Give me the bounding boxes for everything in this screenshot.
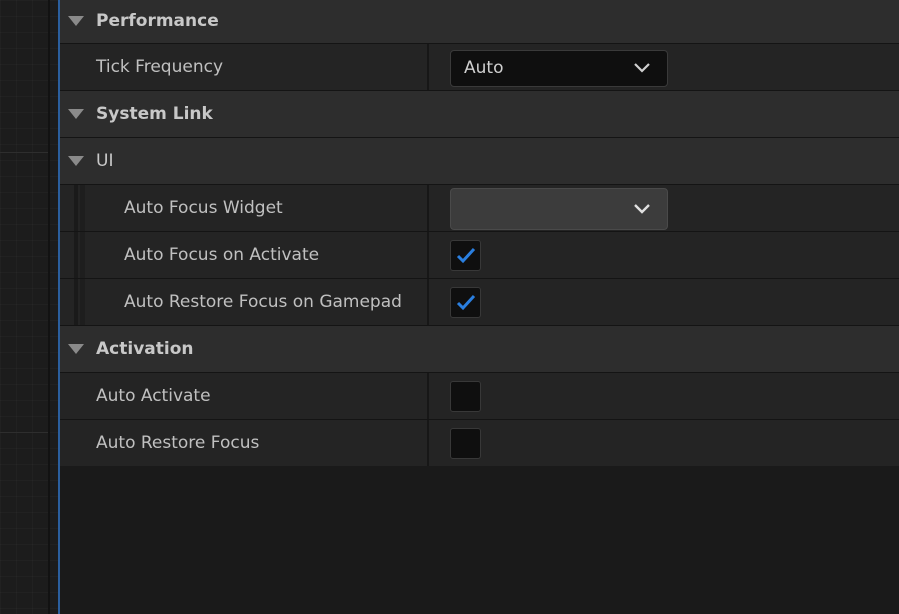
column-splitter[interactable] (427, 232, 429, 278)
triangle-down-icon[interactable] (68, 109, 84, 119)
auto-restore-focus-on-gamepad-checkbox[interactable] (450, 287, 481, 318)
side-splitter[interactable] (48, 0, 50, 614)
dropdown-value: Auto (464, 58, 504, 78)
triangle-down-icon[interactable] (68, 16, 84, 26)
property-auto-activate: Auto Activate (60, 373, 899, 420)
category-system-link[interactable]: System Link (60, 91, 899, 138)
category-activation[interactable]: Activation (60, 326, 899, 373)
property-auto-restore-focus: Auto Restore Focus (60, 420, 899, 466)
auto-restore-focus-checkbox[interactable] (450, 428, 481, 459)
auto-focus-widget-dropdown[interactable] (450, 188, 668, 230)
category-label: Activation (96, 339, 194, 359)
column-splitter[interactable] (427, 373, 429, 419)
property-name: Auto Restore Focus (96, 433, 260, 453)
property-tick-frequency: Tick Frequency Auto (60, 44, 899, 91)
checkmark-icon (456, 294, 476, 311)
side-divider (0, 152, 49, 153)
side-panel-strip (0, 0, 58, 614)
property-name: Auto Activate (96, 386, 211, 406)
indent-bar (74, 232, 78, 278)
category-performance[interactable]: Performance (60, 0, 899, 44)
property-name: Tick Frequency (96, 57, 224, 77)
auto-focus-on-activate-checkbox[interactable] (450, 240, 481, 271)
indent-bar (80, 279, 85, 325)
indent-bar (74, 279, 78, 325)
details-panel: Performance Tick Frequency Auto System L… (60, 0, 899, 468)
category-label: System Link (96, 104, 213, 124)
property-name: Auto Focus Widget (124, 198, 283, 218)
category-ui[interactable]: UI (60, 138, 899, 185)
triangle-down-icon[interactable] (68, 156, 84, 166)
property-auto-focus-widget: Auto Focus Widget (60, 185, 899, 232)
category-label: UI (96, 151, 114, 171)
column-splitter[interactable] (427, 185, 429, 231)
tick-frequency-dropdown[interactable]: Auto (450, 50, 668, 87)
chevron-down-icon (634, 204, 650, 214)
property-name: Auto Focus on Activate (124, 245, 320, 265)
checkmark-icon (456, 247, 476, 264)
chevron-down-icon (634, 63, 650, 73)
triangle-down-icon[interactable] (68, 344, 84, 354)
column-splitter[interactable] (427, 420, 429, 466)
indent-bar (74, 185, 78, 231)
indent-bar (80, 232, 85, 278)
auto-activate-checkbox[interactable] (450, 381, 481, 412)
column-splitter[interactable] (427, 44, 429, 90)
property-auto-focus-on-activate: Auto Focus on Activate (60, 232, 899, 279)
indent-bar (80, 185, 85, 231)
column-splitter[interactable] (427, 279, 429, 325)
category-label: Performance (96, 11, 219, 31)
property-name: Auto Restore Focus on Gamepad (124, 292, 402, 312)
property-auto-restore-focus-on-gamepad: Auto Restore Focus on Gamepad (60, 279, 899, 326)
side-divider (0, 432, 49, 433)
